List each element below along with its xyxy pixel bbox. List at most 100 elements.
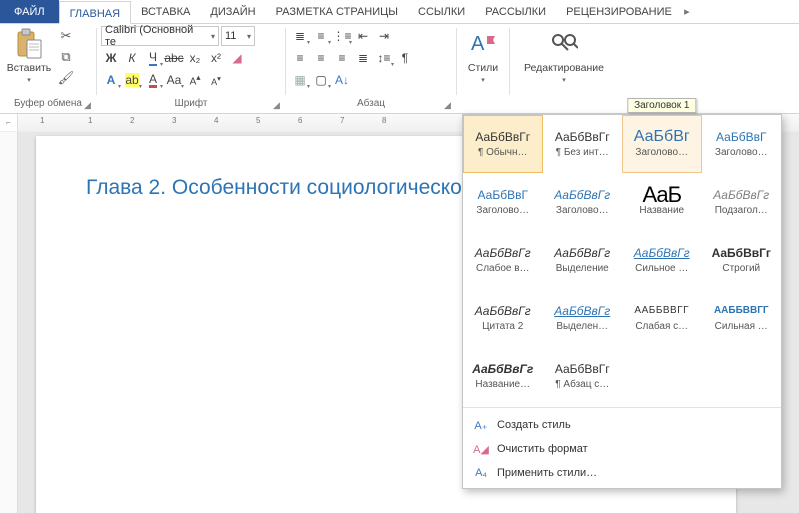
justify-button[interactable]: ≣ xyxy=(353,48,373,68)
superscript-button[interactable]: x² xyxy=(206,48,226,68)
style-label: Слабая с… xyxy=(635,321,688,332)
style-item-3[interactable]: АаБбВвГЗаголово… xyxy=(702,115,782,173)
create-style-label: Создать стиль xyxy=(497,419,571,431)
style-item-2[interactable]: АаБбВгЗаголово…Заголовок 1 xyxy=(622,115,702,173)
vertical-ruler[interactable] xyxy=(0,132,18,513)
tab-mailings[interactable]: РАССЫЛКИ xyxy=(475,0,556,23)
change-case-button[interactable]: Aa▾ xyxy=(164,70,184,90)
tab-home[interactable]: ГЛАВНАЯ xyxy=(59,1,131,24)
style-preview: АаБбВвГг xyxy=(713,188,769,202)
style-item-17[interactable]: АаБбВвГг¶ Абзац с… xyxy=(543,347,623,405)
apply-styles-menu-item[interactable]: A₄ Применить стили… xyxy=(463,461,781,485)
grow-font-button[interactable]: A▴ xyxy=(185,70,205,90)
group-label-paragraph: Абзац xyxy=(290,97,452,113)
style-item-16[interactable]: АаБбВвГгНазвание… xyxy=(463,347,543,405)
tab-scroll-right[interactable]: ▸ xyxy=(682,0,692,23)
clipboard-launcher[interactable]: ◢ xyxy=(84,101,94,111)
italic-icon: К xyxy=(128,51,135,65)
line-spacing-button[interactable]: ↕≡▾ xyxy=(374,48,394,68)
svg-text:A: A xyxy=(471,33,485,55)
style-label: Выделен… xyxy=(556,321,608,332)
create-style-menu-item[interactable]: A₊ Создать стиль xyxy=(463,413,781,437)
tab-review[interactable]: РЕЦЕНЗИРОВАНИЕ xyxy=(556,0,682,23)
font-color-button[interactable]: A▾ xyxy=(143,70,163,90)
style-item-1[interactable]: АаБбВвГг¶ Без инт… xyxy=(543,115,623,173)
style-item-9[interactable]: АаБбВвГгВыделение xyxy=(543,231,623,289)
text-effects-button[interactable]: A▾ xyxy=(101,70,121,90)
highlight-button[interactable]: ab▾ xyxy=(122,70,142,90)
editing-button[interactable]: Редактирование ▾ xyxy=(514,26,614,86)
italic-button[interactable]: К xyxy=(122,48,142,68)
style-item-15[interactable]: АаБбВвГгСильная … xyxy=(702,289,782,347)
style-item-10[interactable]: АаБбВвГгСильное … xyxy=(622,231,702,289)
style-preview: АаБбВвГг xyxy=(554,246,610,260)
style-preview: АаБбВвГг xyxy=(555,362,610,376)
style-item-7[interactable]: АаБбВвГгПодзагол… xyxy=(702,173,782,231)
copy-button[interactable]: ⧉ xyxy=(56,47,76,67)
style-item-12[interactable]: АаБбВвГгЦитата 2 xyxy=(463,289,543,347)
underline-button[interactable]: Ч▾ xyxy=(143,48,163,68)
style-item-4[interactable]: АаБбВвГЗаголово… xyxy=(463,173,543,231)
style-item-13[interactable]: АаБбВвГгВыделен… xyxy=(543,289,623,347)
tab-insert[interactable]: ВСТАВКА xyxy=(131,0,200,23)
ruler-corner: ⌐ xyxy=(0,114,18,131)
tab-references[interactable]: ССЫЛКИ xyxy=(408,0,475,23)
paste-dropdown-icon: ▾ xyxy=(27,76,31,84)
line-spacing-icon: ↕≡ xyxy=(377,51,390,65)
align-right-button[interactable]: ≡ xyxy=(332,48,352,68)
bold-icon: Ж xyxy=(106,51,117,65)
shading-icon: ▦ xyxy=(294,73,305,87)
clear-format-menu-item[interactable]: A◢ Очистить формат xyxy=(463,437,781,461)
align-center-button[interactable]: ≡ xyxy=(311,48,331,68)
text-effects-icon: A xyxy=(107,73,116,87)
format-painter-button[interactable]: 🖌 xyxy=(56,68,76,88)
multilevel-button[interactable]: ⋮≡▾ xyxy=(332,26,352,46)
numbering-button[interactable]: ≡▾ xyxy=(311,26,331,46)
font-launcher[interactable]: ◢ xyxy=(273,101,283,111)
change-case-icon: Aa xyxy=(167,73,182,87)
editing-label: Редактирование xyxy=(524,62,604,74)
style-label: Заголово… xyxy=(635,147,688,158)
show-marks-button[interactable]: ¶ xyxy=(395,48,415,68)
justify-icon: ≣ xyxy=(358,51,368,65)
cut-button[interactable]: ✂ xyxy=(56,26,76,46)
decrease-indent-icon: ⇤ xyxy=(358,29,368,43)
tab-page-layout[interactable]: РАЗМЕТКА СТРАНИЦЫ xyxy=(266,0,408,23)
tab-file[interactable]: ФАЙЛ xyxy=(0,0,59,23)
copy-icon: ⧉ xyxy=(61,49,70,65)
font-name-combo[interactable]: Calibri (Основной те ▾ xyxy=(101,26,219,46)
font-size-value: 11 xyxy=(225,30,236,42)
subscript-button[interactable]: x₂ xyxy=(185,48,205,68)
shrink-font-button[interactable]: A▾ xyxy=(206,70,226,90)
strikethrough-button[interactable]: abc xyxy=(164,48,184,68)
style-item-6[interactable]: АаБНазвание xyxy=(622,173,702,231)
decrease-indent-button[interactable]: ⇤ xyxy=(353,26,373,46)
style-item-5[interactable]: АаБбВвГгЗаголово… xyxy=(543,173,623,231)
clear-formatting-icon: ◢ xyxy=(232,51,241,65)
align-left-button[interactable]: ≡ xyxy=(290,48,310,68)
style-preview: АаБбВвГ xyxy=(716,130,766,144)
bullets-button[interactable]: ≣▾ xyxy=(290,26,310,46)
style-item-8[interactable]: АаБбВвГгСлабое в… xyxy=(463,231,543,289)
paste-button[interactable]: Вставить ▾ xyxy=(4,26,54,86)
clear-formatting-button[interactable]: ◢ xyxy=(227,48,247,68)
group-label-clipboard: Буфер обмена xyxy=(4,97,92,113)
style-item-11[interactable]: АаБбВвГгСтрогий xyxy=(702,231,782,289)
styles-button[interactable]: A Стили ▾ xyxy=(461,26,505,86)
style-item-0[interactable]: АаБбВвГг¶ Обычн… xyxy=(463,115,543,173)
style-item-14[interactable]: АаБбВвГгСлабая с… xyxy=(622,289,702,347)
bold-button[interactable]: Ж xyxy=(101,48,121,68)
paragraph-launcher[interactable]: ◢ xyxy=(444,101,454,111)
style-preview: АаБбВвГг xyxy=(472,362,533,376)
font-size-combo[interactable]: 11 ▾ xyxy=(221,26,255,46)
style-label: ¶ Обычн… xyxy=(478,147,528,158)
increase-indent-button[interactable]: ⇥ xyxy=(374,26,394,46)
shading-button[interactable]: ▦▾ xyxy=(290,70,310,90)
sort-button[interactable]: A↓ xyxy=(332,70,352,90)
style-label: Заголово… xyxy=(556,205,609,216)
editing-dropdown-icon: ▾ xyxy=(562,76,566,84)
borders-button[interactable]: ▢▾ xyxy=(311,70,331,90)
clear-format-icon: A◢ xyxy=(473,441,489,457)
tab-design[interactable]: ДИЗАЙН xyxy=(200,0,265,23)
find-icon xyxy=(548,28,580,60)
